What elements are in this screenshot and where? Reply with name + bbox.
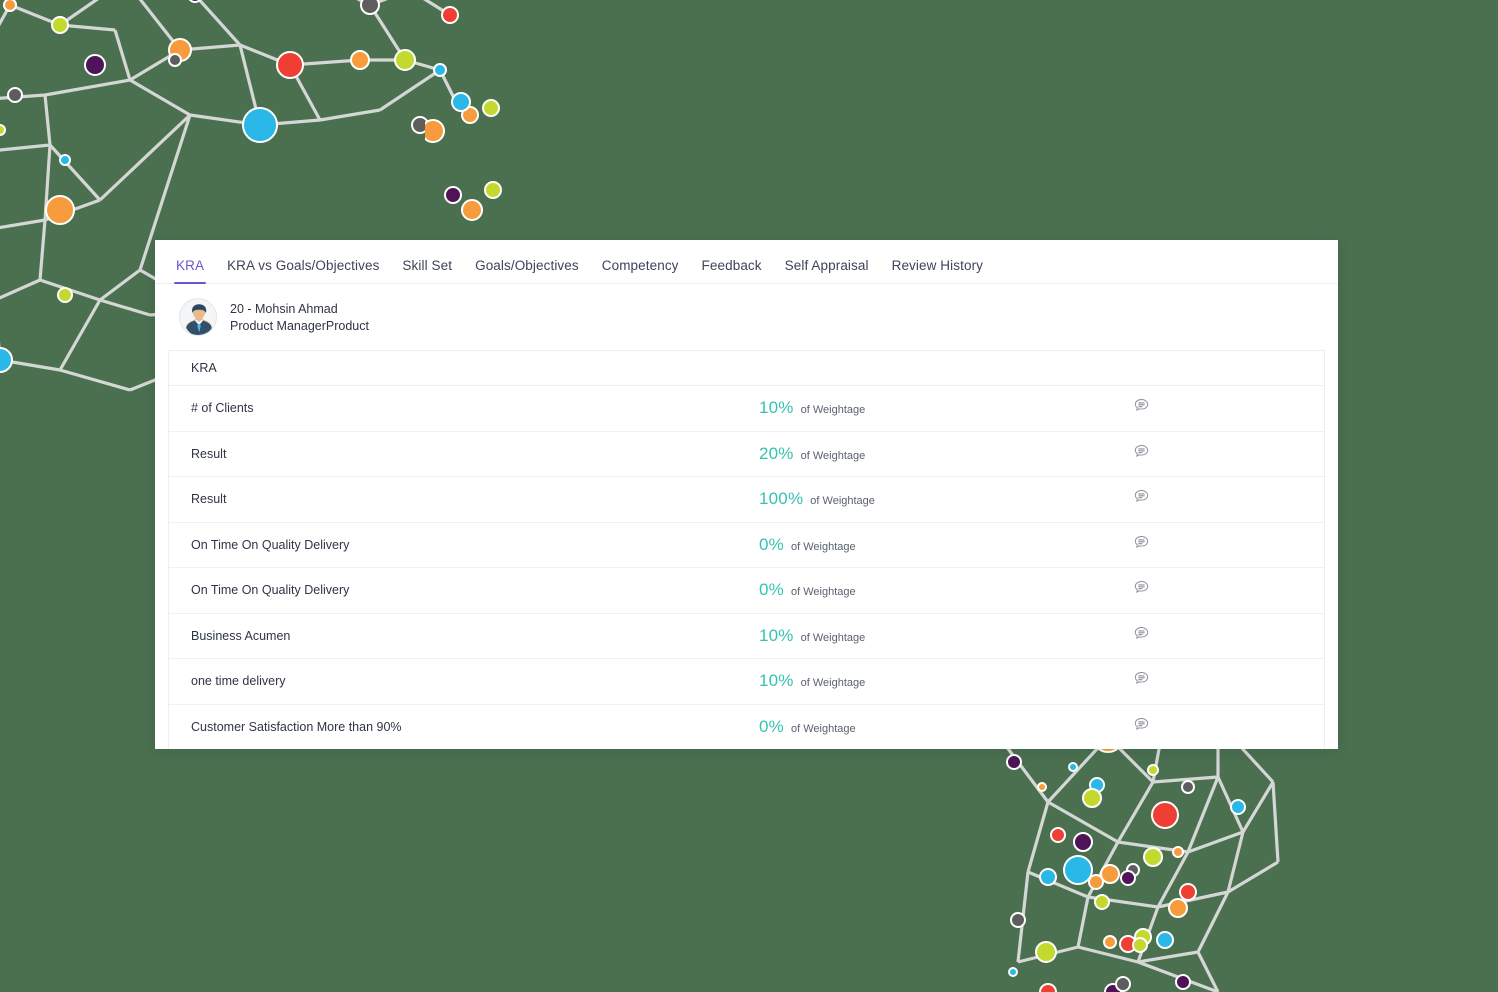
kra-weight-label: of Weightage [800, 404, 866, 417]
kra-table-body: # of Clients 10% of Weightage Result 20%… [169, 386, 1324, 749]
kra-weight-value: 10% [759, 625, 794, 645]
network-graph-scatter-top [425, 92, 502, 221]
kra-name: # of Clients [191, 401, 254, 416]
kra-comment-cell [1134, 626, 1324, 646]
tab-kra[interactable]: KRA [167, 258, 213, 284]
kra-weight-label: of Weightage [800, 449, 866, 462]
kra-weight-value: 0% [759, 580, 784, 600]
kra-weightage: 10% of Weightage [759, 398, 1134, 418]
kra-name: Customer Satisfaction More than 90% [191, 719, 402, 734]
tab-goals-objectives[interactable]: Goals/Objectives [466, 258, 588, 283]
table-row-6[interactable]: one time delivery 10% of Weightage [169, 659, 1324, 705]
kra-weight-value: 100% [759, 489, 804, 509]
employee-name: 20 - Mohsin Ahmad [230, 301, 338, 316]
kra-weight-label: of Weightage [790, 540, 856, 553]
kra-name: one time delivery [191, 674, 286, 689]
kra-column-header: KRA [191, 361, 217, 375]
table-row-4[interactable]: On Time On Quality Delivery 0% of Weight… [169, 568, 1324, 614]
kra-weight-label: of Weightage [810, 495, 875, 508]
kra-review-card: KRA KRA vs Goals/Objectives Skill Set Go… [155, 240, 1338, 749]
kra-weight-value: 20% [759, 443, 794, 463]
kra-name: Business Acumen [191, 628, 291, 643]
table-row-0[interactable]: # of Clients 10% of Weightage [169, 386, 1324, 432]
kra-weightage: 20% of Weightage [759, 444, 1134, 464]
comment-bubble-icon[interactable] [1134, 580, 1149, 600]
kra-comment-cell [1134, 580, 1324, 600]
kra-name: Result [191, 446, 227, 461]
kra-weightage: 100% of Weightage [759, 489, 1134, 509]
kra-weight-label: of Weightage [800, 677, 866, 690]
kra-weight-label: of Weightage [790, 586, 856, 599]
tab-review-history[interactable]: Review History [883, 258, 992, 283]
kra-comment-cell [1134, 535, 1324, 555]
kra-weight-value: 10% [759, 398, 794, 418]
network-graph-scatter-bottom [1006, 754, 1188, 953]
tab-kra-vs-goals-objectives[interactable]: KRA vs Goals/Objectives [218, 258, 388, 283]
tab-skill-set[interactable]: Skill Set [393, 258, 461, 283]
kra-weightage: 0% of Weightage [759, 580, 1134, 600]
table-row-5[interactable]: Business Acumen 10% of Weightage [169, 614, 1324, 659]
kra-name: Result [191, 492, 227, 507]
comment-bubble-icon[interactable] [1134, 671, 1149, 691]
kra-weightage: 0% of Weightage [759, 535, 1134, 555]
tab-competency[interactable]: Competency [593, 258, 688, 283]
comment-bubble-icon[interactable] [1134, 535, 1149, 555]
kra-comment-cell [1134, 444, 1324, 464]
kra-table-header: KRA [169, 351, 1324, 386]
tab-self-appraisal[interactable]: Self Appraisal [776, 258, 878, 283]
comment-bubble-icon[interactable] [1134, 717, 1149, 737]
comment-bubble-icon[interactable] [1134, 398, 1149, 418]
kra-comment-cell [1134, 717, 1324, 737]
avatar [179, 298, 217, 336]
comment-bubble-icon[interactable] [1134, 626, 1149, 646]
table-row-7[interactable]: Customer Satisfaction More than 90% 0% o… [169, 705, 1324, 750]
tab-bar: KRA KRA vs Goals/Objectives Skill Set Go… [155, 240, 1338, 284]
employee-role: Product ManagerProduct [230, 318, 369, 333]
kra-weightage: 0% of Weightage [759, 717, 1134, 737]
tab-feedback[interactable]: Feedback [693, 258, 771, 283]
comment-bubble-icon[interactable] [1134, 444, 1149, 464]
kra-weight-label: of Weightage [800, 631, 866, 644]
kra-name: On Time On Quality Delivery [191, 583, 350, 598]
employee-header: 20 - Mohsin Ahmad Product ManagerProduct [155, 284, 1338, 350]
kra-weightage: 10% of Weightage [759, 626, 1134, 646]
kra-weight-value: 10% [759, 671, 794, 691]
kra-comment-cell [1134, 489, 1324, 509]
kra-weightage: 10% of Weightage [759, 671, 1134, 691]
kra-weight-value: 0% [759, 716, 784, 736]
kra-table: KRA # of Clients 10% of Weightage Result… [168, 350, 1325, 749]
kra-weight-value: 0% [759, 534, 784, 554]
table-row-3[interactable]: On Time On Quality Delivery 0% of Weight… [169, 523, 1324, 568]
kra-name: On Time On Quality Delivery [191, 537, 350, 552]
table-row-2[interactable]: Result 100% of Weightage [169, 477, 1324, 523]
kra-comment-cell [1134, 671, 1324, 691]
table-row-1[interactable]: Result 20% of Weightage [169, 432, 1324, 477]
kra-comment-cell [1134, 398, 1324, 418]
comment-bubble-icon[interactable] [1134, 489, 1149, 509]
kra-weight-label: of Weightage [790, 722, 856, 735]
